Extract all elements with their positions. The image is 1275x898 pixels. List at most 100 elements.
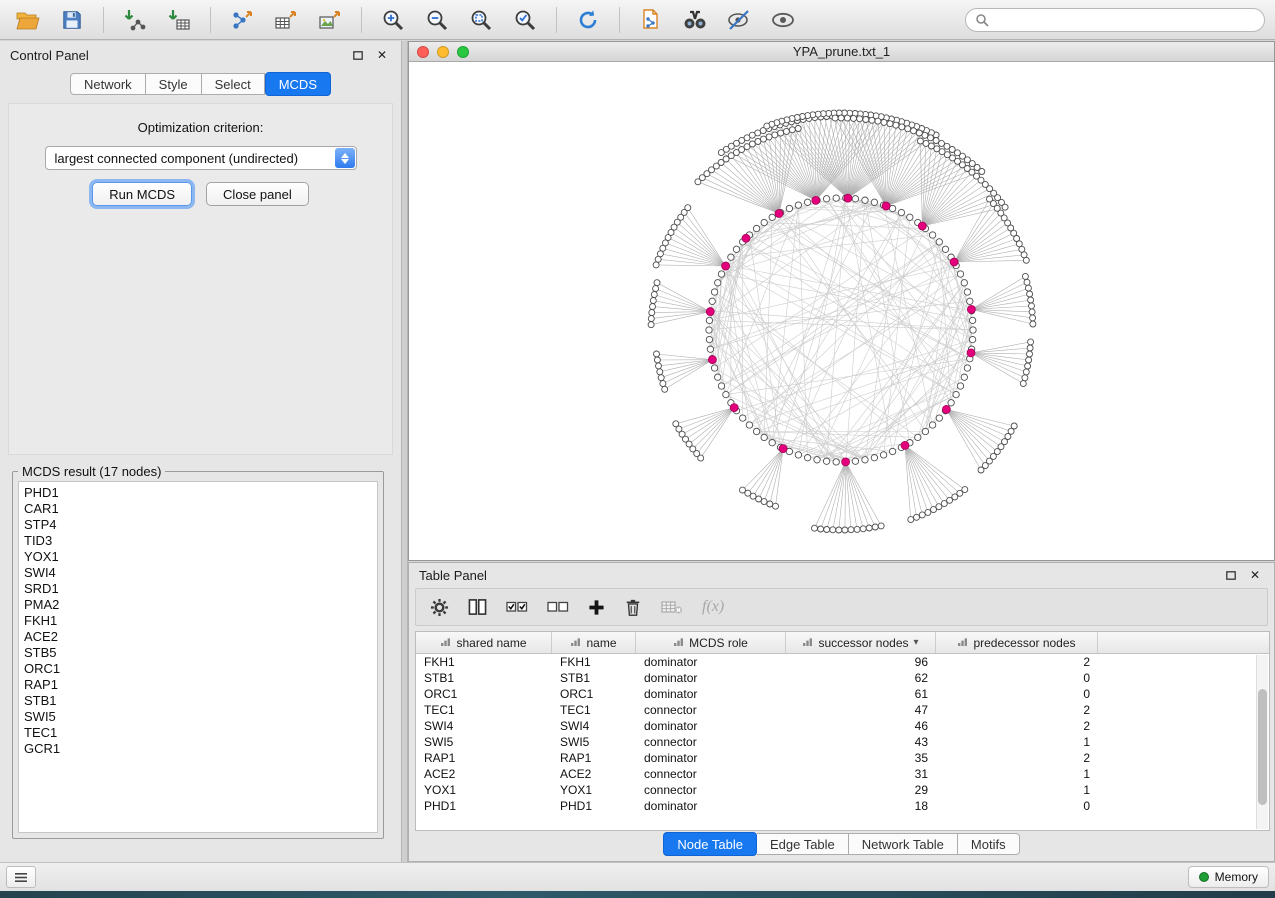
style-preview-button[interactable] — [719, 4, 759, 36]
table-scrollbar[interactable] — [1256, 655, 1268, 829]
table-row[interactable]: YOX1YOX1connector291 — [416, 782, 1269, 798]
table-cell: dominator — [636, 750, 786, 766]
memory-button[interactable]: Memory — [1188, 866, 1269, 888]
table-row[interactable]: STB1STB1dominator620 — [416, 670, 1269, 686]
network-graph-canvas[interactable] — [409, 62, 1274, 560]
mcds-result-item[interactable]: SWI5 — [24, 709, 377, 725]
table-cell: 46 — [786, 718, 936, 734]
mcds-result-item[interactable]: ORC1 — [24, 661, 377, 677]
zoom-selected-icon — [513, 8, 537, 32]
show-columns-button[interactable] — [468, 598, 487, 616]
deselect-all-button[interactable] — [547, 599, 569, 615]
control-panel-header: Control Panel ✕ — [0, 41, 401, 69]
delete-column-button[interactable] — [624, 598, 642, 617]
sort-icon — [957, 637, 968, 648]
criterion-dropdown[interactable]: largest connected component (undirected) — [45, 146, 357, 170]
add-column-button[interactable] — [588, 599, 605, 616]
table-cell: PHD1 — [416, 798, 552, 814]
table-cell: SWI5 — [416, 734, 552, 750]
table-panel-header: Table Panel ✕ — [409, 563, 1274, 587]
table-row[interactable]: SWI5SWI5connector431 — [416, 734, 1269, 750]
tab-network[interactable]: Network — [70, 73, 146, 95]
mcds-result-item[interactable]: STB5 — [24, 645, 377, 661]
mcds-result-item[interactable]: CAR1 — [24, 501, 377, 517]
tab-style[interactable]: Style — [146, 73, 202, 95]
sort-chevron-icon: ▾ — [914, 637, 919, 648]
status-menu-button[interactable] — [6, 866, 36, 888]
export-network-button[interactable] — [222, 4, 262, 36]
mcds-result-item[interactable]: FKH1 — [24, 613, 377, 629]
zoom-out-icon — [425, 8, 449, 32]
mcds-result-item[interactable]: GCR1 — [24, 741, 377, 757]
refresh-layout-button[interactable] — [568, 4, 608, 36]
column-header-predecessor-nodes[interactable]: predecessor nodes — [936, 632, 1098, 653]
mcds-result-list[interactable]: PHD1CAR1STP4TID3YOX1SWI4SRD1PMA2FKH1ACE2… — [18, 481, 378, 833]
mcds-result-item[interactable]: RAP1 — [24, 677, 377, 693]
export-image-button[interactable] — [310, 4, 350, 36]
control-panel-float-button[interactable] — [349, 47, 367, 63]
tab-edge-table[interactable]: Edge Table — [757, 833, 849, 855]
zoom-fit-button[interactable] — [461, 4, 501, 36]
table-row[interactable]: ACE2ACE2connector311 — [416, 766, 1269, 782]
save-button[interactable] — [52, 4, 92, 36]
tab-mcds[interactable]: MCDS — [265, 72, 331, 96]
table-panel-close-button[interactable]: ✕ — [1246, 567, 1264, 583]
maximize-window-button[interactable] — [457, 46, 469, 58]
tab-node-table[interactable]: Node Table — [663, 832, 757, 856]
column-header-name[interactable]: name — [552, 632, 636, 653]
table-scrollbar-thumb[interactable] — [1258, 689, 1267, 805]
export-table-button[interactable] — [266, 4, 306, 36]
clone-network-button[interactable] — [631, 4, 671, 36]
column-header-MCDS-role[interactable]: MCDS role — [636, 632, 786, 653]
tab-select[interactable]: Select — [202, 73, 265, 95]
mcds-result-item[interactable]: SRD1 — [24, 581, 377, 597]
node-table[interactable]: shared namenameMCDS rolesuccessor nodes▾… — [415, 631, 1270, 831]
table-row[interactable]: ORC1ORC1dominator610 — [416, 686, 1269, 702]
close-panel-button[interactable]: Close panel — [206, 182, 309, 206]
select-all-button[interactable] — [506, 599, 528, 615]
table-cell: FKH1 — [416, 654, 552, 670]
minimize-window-button[interactable] — [437, 46, 449, 58]
mcds-result-item[interactable]: SWI4 — [24, 565, 377, 581]
zoom-selected-button[interactable] — [505, 4, 545, 36]
mcds-result-item[interactable]: PMA2 — [24, 597, 377, 613]
table-cell: 2 — [936, 718, 1098, 734]
import-network-button[interactable] — [115, 4, 155, 36]
toolbar-separator — [619, 7, 620, 33]
zoom-in-button[interactable] — [373, 4, 413, 36]
search-box[interactable] — [965, 8, 1265, 32]
mcds-result-item[interactable]: STP4 — [24, 517, 377, 533]
table-row[interactable]: TEC1TEC1connector472 — [416, 702, 1269, 718]
table-row[interactable]: SWI4SWI4dominator462 — [416, 718, 1269, 734]
tab-motifs[interactable]: Motifs — [958, 833, 1020, 855]
table-cell: dominator — [636, 798, 786, 814]
control-panel-close-button[interactable]: ✕ — [373, 47, 391, 63]
zoom-out-button[interactable] — [417, 4, 457, 36]
mcds-result-item[interactable]: PHD1 — [24, 485, 377, 501]
table-cell: connector — [636, 702, 786, 718]
mcds-result-item[interactable]: TEC1 — [24, 725, 377, 741]
column-header-shared-name[interactable]: shared name — [416, 632, 552, 653]
mcds-result-item[interactable]: TID3 — [24, 533, 377, 549]
find-button[interactable] — [675, 4, 715, 36]
table-panel-float-button[interactable] — [1222, 567, 1240, 583]
tab-network-table[interactable]: Network Table — [849, 833, 958, 855]
table-row[interactable]: PHD1PHD1dominator180 — [416, 798, 1269, 814]
column-header-successor-nodes[interactable]: successor nodes▾ — [786, 632, 936, 653]
run-mcds-button[interactable]: Run MCDS — [92, 182, 192, 206]
dropdown-stepper-icon — [335, 148, 355, 168]
table-row[interactable]: RAP1RAP1dominator352 — [416, 750, 1269, 766]
open-file-button[interactable] — [8, 4, 48, 36]
table-settings-button[interactable] — [430, 598, 449, 617]
mcds-result-item[interactable]: YOX1 — [24, 549, 377, 565]
open-file-icon — [15, 9, 41, 31]
table-row[interactable]: FKH1FKH1dominator962 — [416, 654, 1269, 670]
import-table-button[interactable] — [159, 4, 199, 36]
mcds-result-item[interactable]: STB1 — [24, 693, 377, 709]
show-details-eye-button[interactable] — [763, 4, 803, 36]
search-input[interactable] — [995, 13, 1255, 27]
table-cell: 1 — [936, 766, 1098, 782]
close-window-button[interactable] — [417, 46, 429, 58]
mcds-result-item[interactable]: ACE2 — [24, 629, 377, 645]
zoom-in-icon — [381, 8, 405, 32]
